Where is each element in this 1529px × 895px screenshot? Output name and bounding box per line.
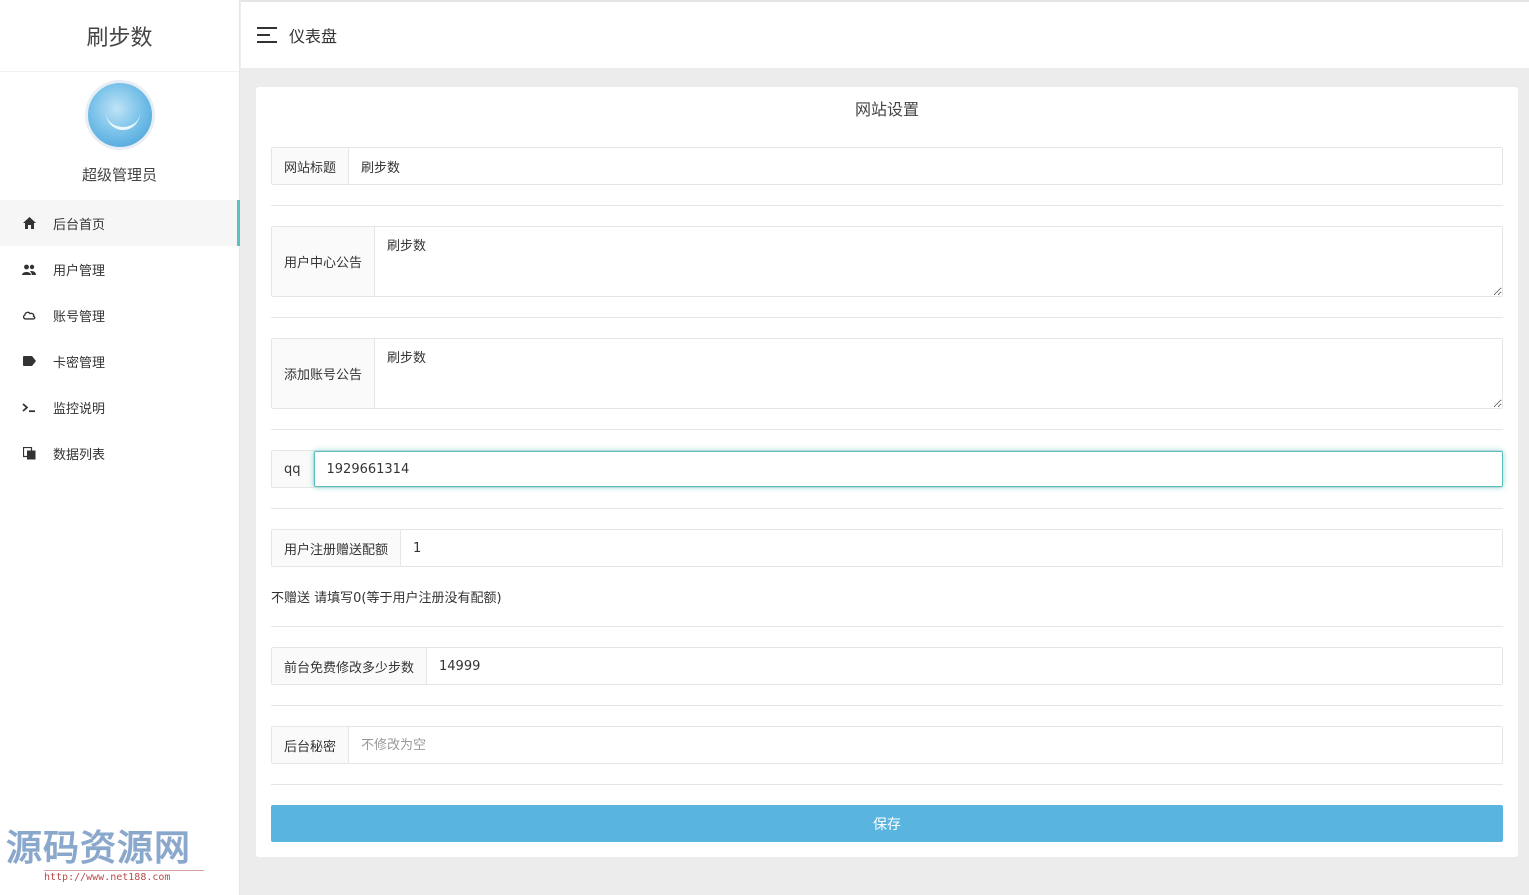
user-role: 超级管理员 <box>81 166 157 184</box>
tag-icon <box>22 354 36 368</box>
register-quota-input[interactable] <box>401 530 1502 566</box>
sidebar-item-label: 用户管理 <box>53 263 106 279</box>
terminal-icon <box>22 400 36 414</box>
sidebar: 刷步数 超级管理员 后台首页 用户管理 账号管理 卡密管理 监控说明 数据列表 … <box>0 0 240 895</box>
register-quota-row: 用户注册赠送配额 不赠送 请填写0(等于用户注册没有配额) <box>271 529 1503 606</box>
qq-group: qq <box>271 450 1503 488</box>
divider <box>271 205 1503 206</box>
watermark-url: http://www.net188.com <box>44 870 204 883</box>
home-icon <box>22 216 36 230</box>
user-notice-row: 用户中心公告 刷步数 <box>271 226 1503 297</box>
hamburger-icon[interactable] <box>257 27 277 43</box>
watermark-title: 源码资源网 <box>6 827 192 869</box>
qq-row: qq <box>271 450 1503 488</box>
divider <box>271 705 1503 706</box>
qq-label: qq <box>272 451 314 487</box>
free-steps-row: 前台免费修改多少步数 <box>271 647 1503 685</box>
sidebar-item-cards[interactable]: 卡密管理 <box>0 338 239 384</box>
admin-password-label: 后台秘密 <box>272 727 350 763</box>
free-steps-label: 前台免费修改多少步数 <box>272 648 428 684</box>
admin-password-row: 后台秘密 <box>271 726 1503 764</box>
user-notice-textarea[interactable]: 刷步数 <box>375 227 1502 296</box>
admin-password-group: 后台秘密 <box>271 726 1503 764</box>
site-title-group: 网站标题 <box>271 147 1503 185</box>
free-steps-group: 前台免费修改多少步数 <box>271 647 1503 685</box>
sidebar-menu: 后台首页 用户管理 账号管理 卡密管理 监控说明 数据列表 <box>0 200 240 476</box>
cloud-icon <box>22 308 36 322</box>
qq-input[interactable] <box>313 451 1503 487</box>
add-account-notice-label: 添加账号公告 <box>272 339 376 408</box>
sidebar-item-label: 监控说明 <box>53 401 106 417</box>
user-notice-group: 用户中心公告 刷步数 <box>271 226 1503 297</box>
site-title-row: 网站标题 <box>271 147 1503 185</box>
sidebar-item-accounts[interactable]: 账号管理 <box>0 292 239 338</box>
site-title-label: 网站标题 <box>272 148 350 184</box>
form-title: 网站设置 <box>854 100 919 119</box>
admin-password-input[interactable] <box>349 727 1502 763</box>
save-button[interactable]: 保存 <box>271 805 1503 842</box>
sidebar-item-data[interactable]: 数据列表 <box>0 430 239 476</box>
add-account-notice-group: 添加账号公告 刷步数 <box>271 338 1503 409</box>
divider <box>271 626 1503 627</box>
add-account-notice-row: 添加账号公告 刷步数 <box>271 338 1503 409</box>
register-quota-label: 用户注册赠送配额 <box>272 530 402 566</box>
register-quota-help: 不赠送 请填写0(等于用户注册没有配额) <box>271 591 502 606</box>
brand-title: 刷步数 <box>0 0 239 72</box>
copy-icon <box>22 446 36 460</box>
settings-card: 网站设置 网站标题 用户中心公告 刷步数 添加账号公告 刷步数 qq 用户注册赠… <box>256 87 1518 857</box>
profile: 超级管理员 <box>0 72 239 192</box>
site-title-input[interactable] <box>349 148 1502 184</box>
free-steps-input[interactable] <box>427 648 1502 684</box>
sidebar-item-label: 数据列表 <box>53 447 106 463</box>
sidebar-item-monitor[interactable]: 监控说明 <box>0 384 239 430</box>
divider <box>271 784 1503 785</box>
user-notice-label: 用户中心公告 <box>272 227 376 296</box>
divider <box>271 317 1503 318</box>
sidebar-item-label: 账号管理 <box>53 309 106 325</box>
watermark: 源码资源网 http://www.net188.com <box>6 826 204 883</box>
register-quota-group: 用户注册赠送配额 <box>271 529 1503 567</box>
sidebar-item-home[interactable]: 后台首页 <box>0 200 240 246</box>
divider <box>271 508 1503 509</box>
users-icon <box>22 262 36 276</box>
add-account-notice-textarea[interactable]: 刷步数 <box>375 339 1502 408</box>
avatar[interactable] <box>84 80 155 150</box>
divider <box>271 429 1503 430</box>
page-title: 仪表盘 <box>289 27 338 46</box>
sidebar-item-label: 后台首页 <box>53 217 106 233</box>
sidebar-item-users[interactable]: 用户管理 <box>0 246 239 292</box>
sidebar-item-label: 卡密管理 <box>53 355 106 371</box>
topbar: 仪表盘 <box>241 0 1529 68</box>
